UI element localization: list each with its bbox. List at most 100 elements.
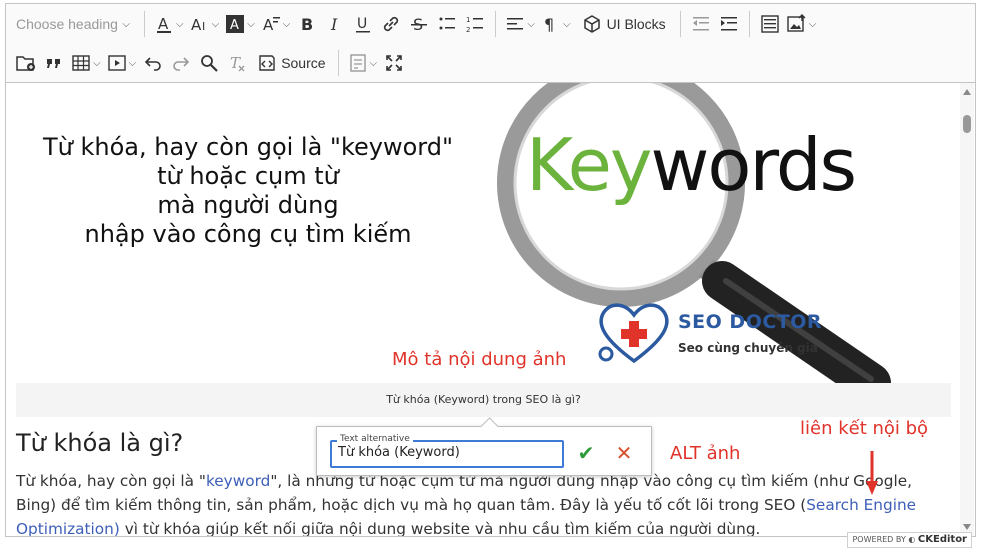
powered-by-brand: CKEditor [917,534,967,545]
powered-by-badge[interactable]: POWERED BY ◐ CKEditor [847,532,972,548]
fullscreen-button[interactable] [380,48,408,78]
text-alternative-balloon: Từ khóa (Keyword) Text alternative ✔ ✕ [316,417,652,476]
indent-button[interactable] [715,9,743,39]
keyword-image[interactable]: Từ khóa, hay còn gọi là "keyword" từ hoặ… [16,83,952,393]
quote-icon [47,59,60,68]
numbered-list-icon: 12 [466,16,484,34]
svg-text:2: 2 [466,26,470,34]
font-family-button[interactable]: A ⌵ [258,9,294,39]
editor-content-area[interactable]: Từ khóa, hay còn gọi là "keyword" từ hoặ… [5,82,976,537]
toolbar-separator [679,11,681,37]
font-size-button[interactable]: AI ⌵ [187,9,223,39]
undo-button[interactable] [139,48,167,78]
bold-button[interactable]: B [293,9,321,39]
svg-text:U: U [357,16,367,32]
ckeditor-logo-icon: ◐ [908,535,916,544]
text-alternative-input[interactable]: Từ khóa (Keyword) [330,440,564,468]
templates-button[interactable]: ⌵ [345,48,381,78]
remove-format-button[interactable]: T [223,48,251,78]
annotation-image-description: Mô tả nội dung ảnh [392,349,567,370]
source-button[interactable]: Source [251,48,331,78]
redo-button[interactable] [167,48,195,78]
svg-text:B: B [301,15,313,34]
bulleted-list-button[interactable] [433,9,461,39]
alignment-button[interactable]: ⌵ [502,9,538,39]
seo-doctor-logo-icon [598,303,669,364]
ckbox-button[interactable] [12,48,40,78]
powered-by-prefix: POWERED BY [852,535,906,544]
seo-doctor-title: SEO DOCTOR [678,311,823,333]
paragraph-direction-button[interactable]: ¶ ⌵ [538,9,574,39]
strikethrough-button[interactable]: S [405,9,433,39]
svg-text:I: I [202,20,205,33]
align-left-icon [507,18,524,30]
font-color-button[interactable]: A ⌵ [151,9,187,39]
keyword-link[interactable]: keyword [206,472,270,490]
scroll-down-arrow-icon[interactable] [963,524,971,530]
image-text-line: nhập vào công cụ tìm kiếm [84,220,412,248]
section-heading: Từ khóa là gì? [16,429,184,457]
insert-media-button[interactable]: ⌵ [104,48,140,78]
image-text-line: từ hoặc cụm từ [157,162,339,190]
italic-icon: I [330,15,338,34]
svg-text:¶: ¶ [544,15,554,34]
chevron-down-icon: ⌵ [282,18,291,30]
insert-image-button[interactable]: ⌵ [784,9,820,39]
save-button[interactable]: ✔ [573,441,599,467]
bulleted-list-icon [439,17,456,30]
svg-text:T: T [230,54,241,72]
outdent-button[interactable] [687,9,715,39]
paragraph-text: vì từ khóa giúp kết nối giữa nội dung we… [119,520,761,537]
link-button[interactable] [377,9,405,39]
outdent-icon [692,17,709,31]
numbered-list-button[interactable]: 12 [461,9,489,39]
toolbar-separator [144,11,145,37]
chevron-down-icon: ⌵ [369,57,378,69]
scroll-thumb[interactable] [963,115,971,133]
media-icon [107,55,126,71]
image-caption[interactable]: Từ khóa (Keyword) trong SEO là gì? [16,383,951,417]
font-background-color-button[interactable]: A ⌵ [222,9,258,39]
template-icon [349,54,366,72]
vertical-scrollbar[interactable] [960,83,974,536]
html-embed-icon [760,15,779,33]
chevron-down-icon: ⌵ [808,18,817,30]
find-replace-button[interactable] [195,48,223,78]
chevron-down-icon: ⌵ [562,18,571,30]
insert-image-icon [786,14,806,32]
font-family-icon: A [263,16,280,34]
cancel-button[interactable]: ✕ [611,441,637,467]
scroll-up-arrow-icon[interactable] [963,89,971,95]
block-quote-button[interactable] [40,48,68,78]
chevron-down-icon: ⌵ [93,57,101,69]
italic-button[interactable]: I [321,9,349,39]
chevron-down-icon: ⌵ [122,18,130,30]
keywords-logo-green: Key [526,123,653,207]
heading-dropdown[interactable]: Choose heading ⌵ [6,9,138,39]
check-icon: ✔ [577,443,595,465]
chevron-down-icon: ⌵ [128,57,137,69]
pilcrow-icon: ¶ [544,15,554,34]
paragraph-text: Từ khóa, hay còn gọi là " [16,472,206,490]
body-paragraph[interactable]: Từ khóa, hay còn gọi là "keyword", là nh… [16,469,951,537]
annotation-alt: ALT ảnh [670,443,741,464]
underline-button[interactable]: U [349,9,377,39]
close-icon: ✕ [615,443,633,465]
undo-icon [145,57,161,71]
chevron-down-icon: ⌵ [527,18,535,30]
svg-text:A: A [263,16,274,34]
remove-format-icon: T [230,54,245,72]
heading-dropdown-label: Choose heading [16,16,118,32]
indent-icon [720,17,737,31]
svg-text:1: 1 [466,16,470,24]
arrow-down-icon [866,451,878,495]
underline-icon: U [356,16,371,33]
text-alternative-label: Text alternative [337,434,413,444]
insert-table-button[interactable]: ⌵ [68,48,104,78]
keywords-logo-text: Keywords [526,123,857,207]
chevron-down-icon: ⌵ [176,18,184,30]
ui-blocks-button[interactable]: UI Blocks [574,9,674,39]
svg-text:A: A [191,16,202,34]
redo-icon [173,57,190,71]
html-embed-button[interactable] [756,9,784,39]
